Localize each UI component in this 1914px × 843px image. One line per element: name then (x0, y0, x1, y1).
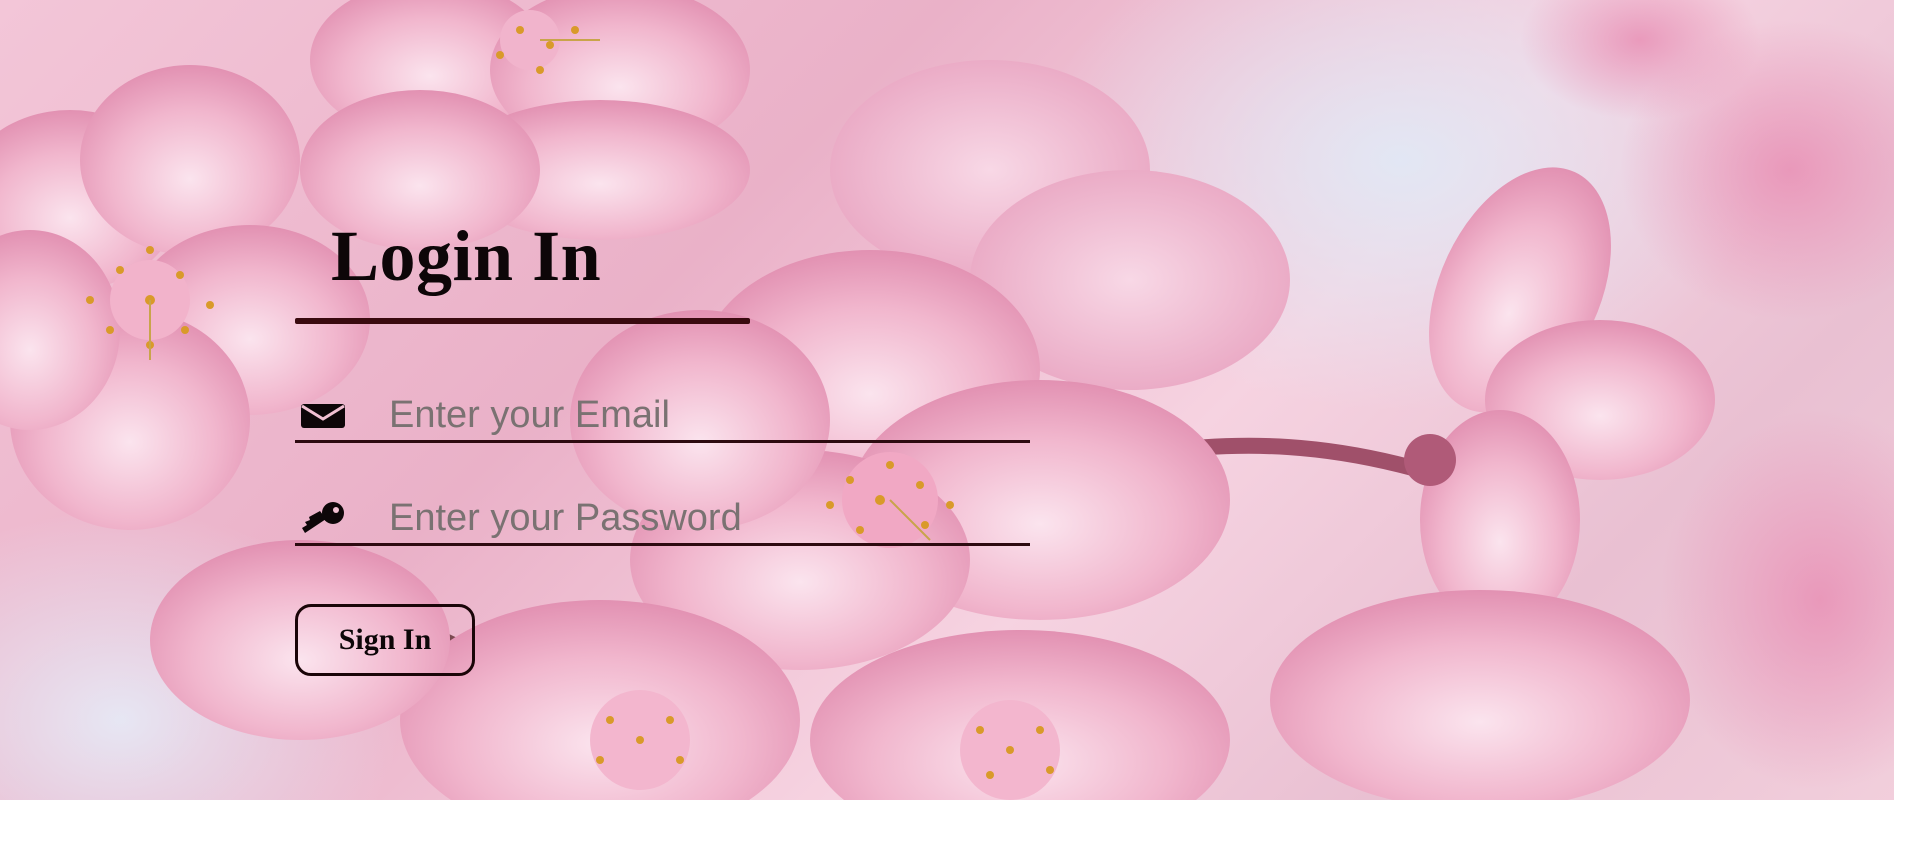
login-form: Login In Sign In (295, 220, 1030, 676)
key-icon (295, 498, 347, 538)
login-page: Login In Sign In (0, 0, 1914, 843)
email-input[interactable] (347, 390, 1030, 440)
title-underline (295, 318, 750, 324)
sign-in-button[interactable]: Sign In (295, 604, 475, 676)
login-title: Login In (331, 216, 602, 296)
email-field (295, 390, 1030, 443)
page-edge (1894, 0, 1914, 800)
envelope-icon (295, 395, 347, 435)
password-input[interactable] (347, 493, 1030, 543)
password-field (295, 493, 1030, 546)
